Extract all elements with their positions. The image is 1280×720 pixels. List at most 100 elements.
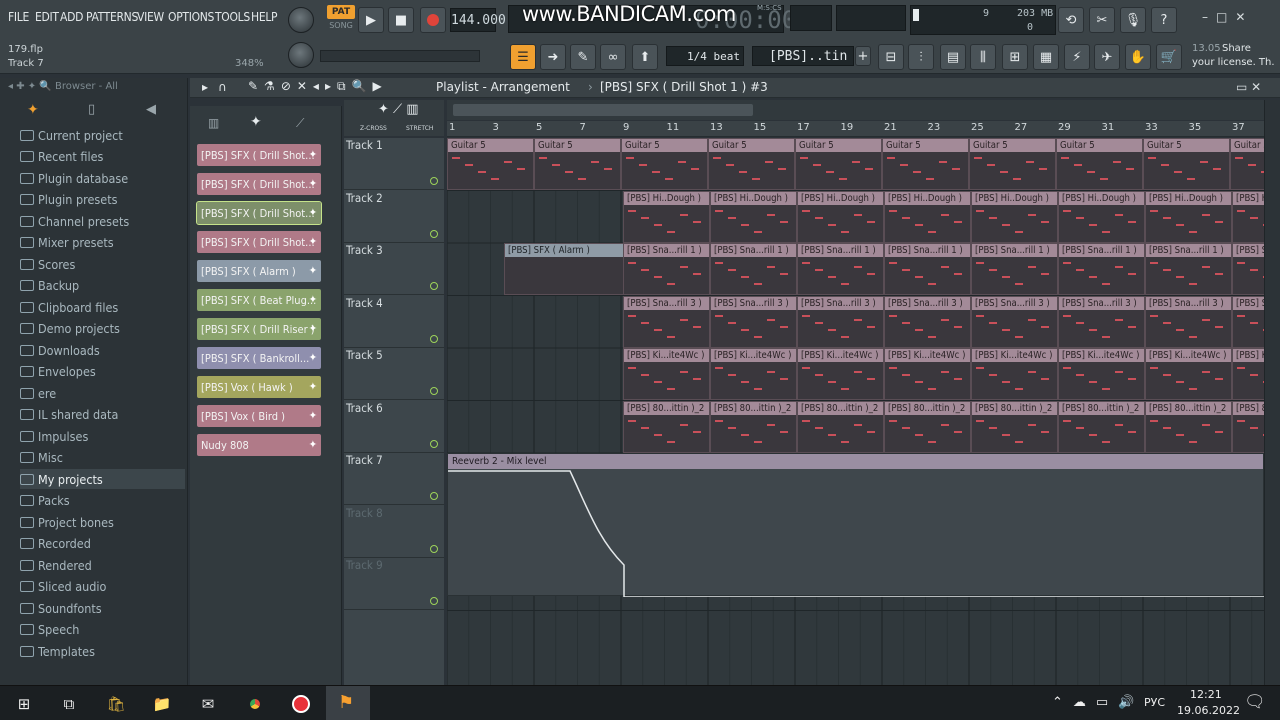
plugin-icon[interactable]: ⚡	[1064, 44, 1090, 70]
track-header[interactable]: Track 6	[344, 401, 444, 453]
browser-item[interactable]: Backup	[20, 276, 79, 296]
pattern-clip[interactable]: [PBS] Hi..Dough )	[971, 190, 1058, 243]
browser-item[interactable]: Misc	[20, 448, 63, 468]
browser-toolbar[interactable]: ◂ ✚ ✦ 🔍 Browser - All	[8, 81, 118, 92]
browser-item[interactable]: ere	[20, 383, 56, 403]
scroll-thumb[interactable]	[453, 104, 753, 116]
master-volume-knob[interactable]	[288, 7, 314, 33]
pattern-clip[interactable]: Guitar 5	[1230, 138, 1264, 190]
pattern-clip[interactable]: [PBS] 80...ittin )_2	[971, 400, 1058, 453]
pattern-clip[interactable]: [PBS] Ki...ite4Wc )	[884, 348, 971, 400]
browser-item[interactable]: Plugin database	[20, 168, 128, 188]
browser-item[interactable]: Templates	[20, 641, 95, 661]
pattern-clip[interactable]: Guitar 5	[1143, 138, 1230, 190]
browser-item[interactable]: Recent files	[20, 147, 103, 167]
tree-icon[interactable]: ⊞	[1002, 44, 1028, 70]
pattern-clip[interactable]: Guitar 5	[447, 138, 534, 190]
pattern-clip[interactable]: [PBS] Hi..Dough )	[1058, 190, 1145, 243]
help-icon[interactable]: ?	[1151, 7, 1177, 33]
pattern-clip[interactable]: Guitar 5	[708, 138, 795, 190]
track-header[interactable]: Track 4	[344, 296, 444, 348]
task-view-icon[interactable]: ⧉	[59, 694, 79, 714]
news-line1[interactable]: Share	[1222, 43, 1251, 54]
pattern-clip[interactable]: [PBS] Hi..Dough )	[1232, 190, 1264, 243]
timeline-ruler[interactable]: 1 3 5 7 9 11 13 15 17 19 21 23 25 27 29 31 33 35 37	[447, 121, 1264, 137]
pattern-clip[interactable]: [PBS] Ki...ite4Wc )	[623, 348, 710, 400]
master-pitch-knob[interactable]	[288, 42, 314, 68]
stop-button[interactable]: ■	[388, 7, 414, 33]
track-header[interactable]: Track 1	[344, 138, 444, 190]
pattern-item[interactable]: [PBS] Vox ( Bird ) ✦	[197, 405, 321, 427]
clock-date[interactable]: 19.06.2022	[1177, 704, 1240, 717]
track-header[interactable]: Track 9	[344, 558, 444, 610]
browser-item[interactable]: Plugin presets	[20, 190, 117, 210]
window-controls[interactable]: –□✕	[1202, 10, 1272, 26]
pattern-item[interactable]: [PBS] SFX ( Drill Shot... ✦	[197, 144, 321, 166]
mixer-icon[interactable]: ⫶	[908, 44, 934, 70]
pattern-clip[interactable]: [PBS] 80...ittin )_2	[1145, 400, 1232, 453]
play-button[interactable]: ▶	[358, 7, 384, 33]
browser-item[interactable]: Current project	[20, 125, 123, 145]
playlist-scrollbar[interactable]	[447, 100, 1264, 120]
pattern-clip[interactable]: Guitar 5	[795, 138, 882, 190]
sliders-icon[interactable]: ⫼	[970, 44, 996, 70]
master-pitch-slider[interactable]	[320, 50, 480, 62]
link-icon[interactable]: ∞	[600, 44, 626, 70]
pattern-clip[interactable]: [PBS] Sna...rill 3 )	[623, 295, 710, 348]
pattern-clip[interactable]: [PBS] Ki...ite4Wc )	[710, 348, 797, 400]
pattern-clip[interactable]: [PBS] Sna...rill 3 )	[710, 295, 797, 348]
browser-item[interactable]: Channel presets	[20, 211, 129, 231]
pattern-clip[interactable]: Guitar 5	[1056, 138, 1143, 190]
pattern-clip[interactable]: [PBS] Sna...rill 1 )	[884, 243, 971, 295]
pattern-clip[interactable]: [PBS] SFX ( Alarm )	[504, 243, 624, 295]
tempo-display[interactable]: 144.000	[450, 8, 506, 32]
browser-item[interactable]: Soundfonts	[20, 598, 102, 618]
browser-item[interactable]: Downloads	[20, 340, 100, 360]
cart-icon[interactable]: 🛒	[1156, 44, 1182, 70]
menu-edit[interactable]: EDIT	[35, 10, 59, 24]
track-enable-toggle[interactable]	[430, 439, 438, 448]
pattern-clip[interactable]: [PBS] Sna...rill 3 )	[1145, 295, 1232, 348]
pattern-clip[interactable]: [PBS] Sna...rill 1 )	[623, 243, 710, 295]
channel-rack-icon[interactable]: ⊟	[878, 44, 904, 70]
cut-icon[interactable]: ✂	[1089, 7, 1115, 33]
pattern-clip[interactable]: [PBS] Sna...rill 1 )	[797, 243, 884, 295]
browser-item[interactable]: Packs	[20, 491, 70, 511]
pat-mode-button[interactable]: PAT	[327, 5, 355, 19]
song-mode-button[interactable]: SONG	[327, 21, 355, 33]
bandicam-icon[interactable]	[291, 694, 311, 714]
track-enable-toggle[interactable]	[430, 282, 438, 290]
menu-options[interactable]: OPTIONS	[168, 10, 214, 24]
pattern-item[interactable]: [PBS] SFX ( Beat Plug... ✦	[197, 289, 321, 311]
pattern-item[interactable]: [PBS] SFX ( Bankroll... ✦	[197, 347, 321, 369]
pattern-clip[interactable]: [PBS] Sna...rill 1 )	[971, 243, 1058, 295]
track-header[interactable]: Track 3	[344, 243, 444, 295]
tray-icons[interactable]: ⌃☁▭🔊	[1052, 695, 1144, 710]
record-button[interactable]	[420, 7, 446, 33]
pattern-item[interactable]: Nudy 808 ✦	[197, 434, 321, 456]
stretch-label[interactable]: STRETCH	[406, 125, 433, 132]
pattern-item[interactable]: [PBS] SFX ( Drill Shot... ✦	[197, 231, 321, 253]
chrome-icon[interactable]	[245, 694, 265, 714]
language-indicator[interactable]: РУС	[1144, 696, 1165, 709]
clock-time[interactable]: 12:21	[1190, 688, 1222, 701]
pattern-clip[interactable]: [PBS] Sna...rill 1 )	[1232, 243, 1264, 295]
track-enable-toggle[interactable]	[430, 177, 438, 185]
pattern-clip[interactable]: [PBS] Sna...rill 3 )	[1232, 295, 1264, 348]
playlist-view-button[interactable]: ☰	[510, 44, 536, 70]
pattern-item[interactable]: [PBS] SFX ( Drill Shot... ✦	[196, 201, 322, 225]
pattern-clip[interactable]: [PBS] Ki...ite4Wc )	[1232, 348, 1264, 400]
explorer-icon[interactable]: 📁	[152, 694, 172, 714]
wrench-icon[interactable]: ✈	[1094, 44, 1120, 70]
menu-tools[interactable]: TOOLS	[215, 10, 250, 24]
browser-item[interactable]: Envelopes	[20, 362, 96, 382]
pattern-select[interactable]: [PBS]..tin )_2	[752, 46, 854, 66]
track-header[interactable]: Track 2	[344, 191, 444, 243]
pattern-clip[interactable]: [PBS] 80...ittin )_2	[1232, 400, 1264, 453]
snap-select[interactable]: 1/4 beat	[666, 46, 744, 66]
fl-studio-taskbar-button[interactable]: ⚑	[326, 686, 370, 720]
browser-item[interactable]: Impulses	[20, 426, 88, 446]
magnet-icon[interactable]: ∩	[218, 80, 227, 94]
stamp-icon[interactable]: ⬆	[632, 44, 658, 70]
pattern-clip[interactable]: [PBS] Hi..Dough )	[884, 190, 971, 243]
